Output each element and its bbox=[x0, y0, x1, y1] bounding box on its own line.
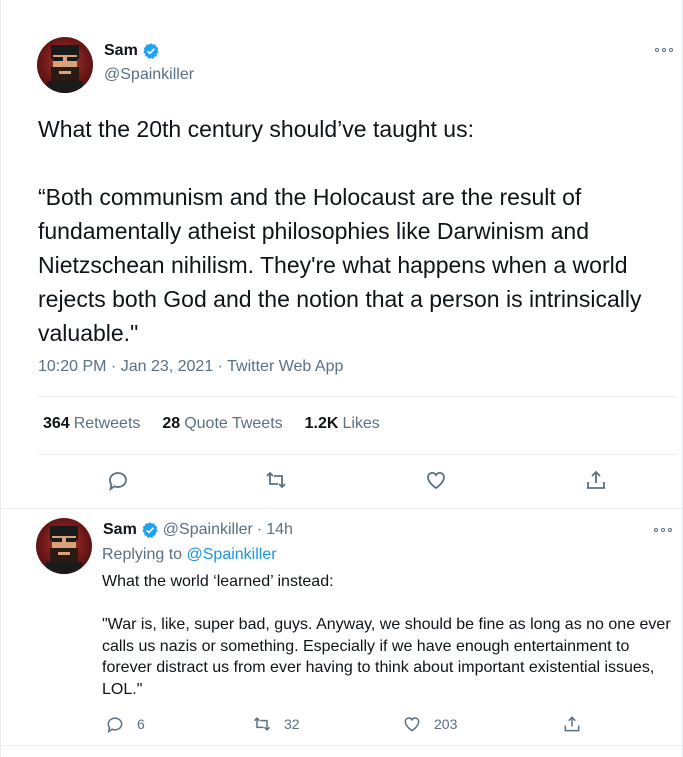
like-icon bbox=[427, 472, 445, 490]
likes-stat[interactable]: 1.2K Likes bbox=[305, 415, 380, 433]
retweet-icon bbox=[253, 717, 271, 731]
tweet-stats: 364 Retweets 28 Quote Tweets 1.2K Likes bbox=[43, 415, 380, 433]
reply-display-name[interactable]: Sam bbox=[103, 521, 137, 539]
like-button[interactable]: 203 bbox=[402, 714, 457, 734]
more-options-icon[interactable] bbox=[652, 524, 674, 536]
replying-to-handle[interactable]: @Spainkiller bbox=[187, 546, 277, 563]
verified-badge-icon bbox=[141, 521, 159, 539]
retweet-icon bbox=[266, 471, 286, 489]
retweet-button[interactable] bbox=[263, 467, 289, 493]
like-count: 203 bbox=[434, 716, 458, 732]
reply-text: What the world ‘learned’ instead: "War i… bbox=[102, 573, 671, 698]
reply-time[interactable]: 14h bbox=[266, 521, 293, 539]
reply-handle[interactable]: @Spainkiller bbox=[163, 521, 253, 539]
quote-tweets-stat[interactable]: 28 Quote Tweets bbox=[162, 415, 282, 433]
retweet-count: 32 bbox=[284, 716, 300, 732]
replying-to: Replying to @Spainkiller bbox=[102, 546, 277, 563]
avatar[interactable] bbox=[37, 37, 93, 93]
divider bbox=[0, 508, 683, 509]
author-display-name[interactable]: Sam bbox=[104, 42, 138, 60]
divider bbox=[0, 745, 683, 746]
like-icon bbox=[404, 717, 420, 732]
like-button[interactable] bbox=[423, 467, 449, 493]
share-button[interactable] bbox=[583, 467, 609, 493]
reply-icon bbox=[109, 472, 127, 491]
reply-button[interactable]: 6 bbox=[105, 714, 145, 734]
tweet-text: What the 20th century should’ve taught u… bbox=[38, 116, 642, 346]
reply-count: 6 bbox=[137, 716, 145, 732]
dot-separator: · bbox=[256, 521, 263, 538]
share-icon bbox=[564, 716, 580, 732]
author-handle[interactable]: @Spainkiller bbox=[104, 66, 194, 84]
tweet-timestamp[interactable]: 10:20 PM · Jan 23, 2021 · Twitter Web Ap… bbox=[38, 358, 343, 376]
reply-author-row: Sam @Spainkiller · 14h bbox=[103, 521, 293, 539]
author-name-row: Sam bbox=[104, 42, 160, 60]
divider bbox=[37, 396, 676, 397]
verified-badge-icon bbox=[142, 42, 160, 60]
reply-button[interactable] bbox=[105, 467, 131, 493]
divider bbox=[37, 454, 676, 455]
more-options-icon[interactable] bbox=[653, 44, 675, 56]
share-button[interactable] bbox=[562, 714, 582, 734]
main-tweet: Sam @Spainkiller What the 20th century s… bbox=[0, 0, 683, 513]
avatar[interactable] bbox=[36, 518, 92, 574]
share-icon bbox=[587, 470, 605, 489]
reply-icon bbox=[107, 717, 123, 734]
retweet-button[interactable]: 32 bbox=[252, 714, 300, 734]
retweets-stat[interactable]: 364 Retweets bbox=[43, 415, 140, 433]
